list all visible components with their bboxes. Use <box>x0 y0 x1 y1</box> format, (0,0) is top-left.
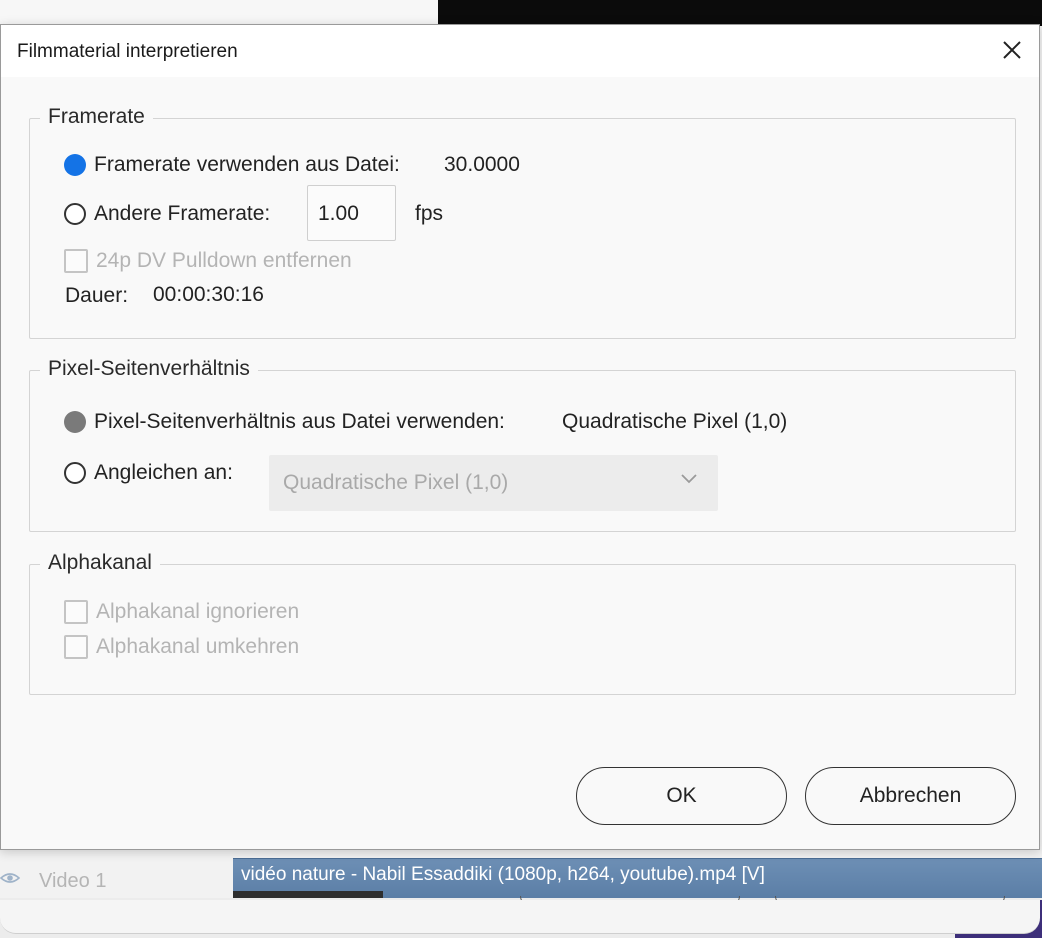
dialog-title: Filmmaterial interpretieren <box>17 41 238 62</box>
alpha-invert-checkbox <box>64 635 88 659</box>
alpha-invert-option: Alphakanal umkehren <box>64 635 299 659</box>
conform-to-radio[interactable] <box>64 462 86 484</box>
interpret-footage-dialog: Filmmaterial interpretieren Framerate Fr… <box>0 24 1040 850</box>
other-framerate-radio[interactable] <box>64 203 86 225</box>
background-bottom-sheet <box>0 900 1040 934</box>
ok-button[interactable]: OK <box>576 767 787 825</box>
background-program-monitor <box>438 0 1042 26</box>
screen: Video 1 vidéo nature - Nabil Essaddiki (… <box>0 0 1042 938</box>
conform-to-label: Angleichen an: <box>94 461 233 484</box>
pixel-aspect-from-file-option[interactable]: Pixel-Seitenverhältnis aus Datei verwend… <box>64 410 505 434</box>
framerate-legend: Framerate <box>40 105 153 129</box>
framerate-file-value: 30.0000 <box>444 153 520 176</box>
framerate-from-file-option[interactable]: Framerate verwenden aus Datei: <box>64 153 400 177</box>
alpha-ignore-label: Alphakanal ignorieren <box>96 600 300 623</box>
alpha-ignore-option: Alphakanal ignorieren <box>64 600 299 624</box>
alpha-invert-label: Alphakanal umkehren <box>96 635 300 658</box>
timeline-clip[interactable]: vidéo nature - Nabil Essaddiki (1080p, h… <box>233 858 1042 899</box>
pixel-aspect-from-file-label: Pixel-Seitenverhältnis aus Datei verwend… <box>94 410 505 433</box>
alpha-group: Alphakanal <box>29 551 1016 695</box>
alpha-ignore-checkbox <box>64 600 88 624</box>
title-bar: Filmmaterial interpretieren <box>1 25 1039 77</box>
conform-to-option[interactable]: Angleichen an: <box>64 461 233 485</box>
close-icon <box>1003 41 1021 59</box>
other-framerate-label: Andere Framerate: <box>94 202 271 225</box>
framerate-from-file-label: Framerate verwenden aus Datei: <box>94 153 400 176</box>
fps-unit-label: fps <box>415 202 444 225</box>
pulldown-checkbox <box>64 249 88 273</box>
alpha-legend: Alphakanal <box>40 551 160 575</box>
duration-value: 00:00:30:16 <box>153 283 264 306</box>
clip-label: vidéo nature - Nabil Essaddiki (1080p, h… <box>241 864 765 885</box>
chevron-down-icon <box>681 474 697 484</box>
track-label: Video 1 <box>39 870 107 892</box>
framerate-from-file-radio[interactable] <box>64 154 86 176</box>
pulldown-option: 24p DV Pulldown entfernen <box>64 249 352 273</box>
pixel-aspect-legend: Pixel-Seitenverhältnis <box>40 357 258 381</box>
pulldown-label: 24p DV Pulldown entfernen <box>96 249 352 272</box>
other-framerate-input[interactable]: 1.00 <box>307 185 396 241</box>
conform-to-select[interactable]: Quadratische Pixel (1,0) <box>269 455 718 511</box>
pixel-aspect-file-value: Quadratische Pixel (1,0) <box>562 410 788 433</box>
pixel-aspect-from-file-radio[interactable] <box>64 411 86 433</box>
background-panel-top <box>0 0 440 26</box>
eye-icon[interactable] <box>0 870 21 891</box>
close-button[interactable] <box>997 35 1027 65</box>
duration-label: Dauer: <box>65 284 129 307</box>
cancel-button[interactable]: Abbrechen <box>805 767 1016 825</box>
other-framerate-option[interactable]: Andere Framerate: <box>64 202 270 226</box>
conform-to-select-value: Quadratische Pixel (1,0) <box>283 471 509 494</box>
